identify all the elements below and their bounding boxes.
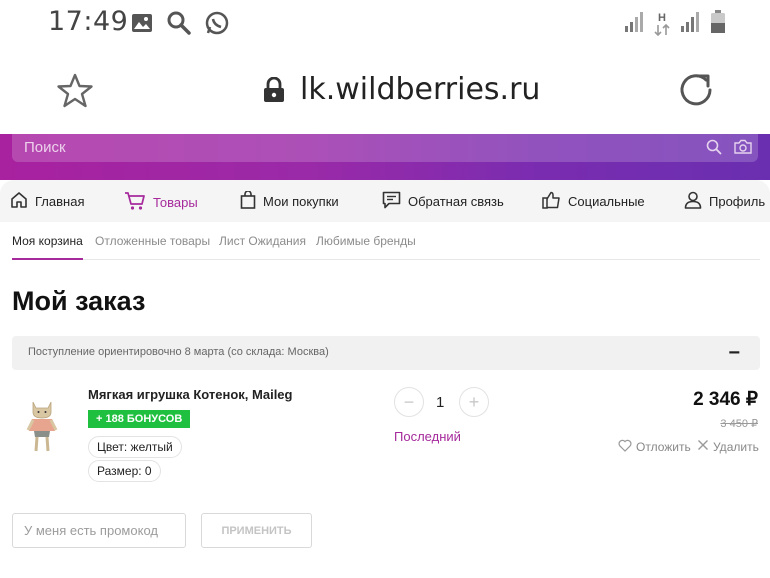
delivery-info: Поступление ориентировочно 8 марта (со с…	[12, 336, 760, 370]
tab-deferred[interactable]: Отложенные товары	[95, 234, 210, 248]
reload-icon[interactable]	[676, 70, 716, 115]
thumbs-up-icon	[542, 191, 561, 212]
nav-label-social: Социальные	[568, 194, 645, 209]
nav-item-goods[interactable]: Товары	[124, 191, 198, 214]
nav-label-goods: Товары	[153, 195, 198, 210]
nav-label-purchases: Мои покупки	[263, 194, 339, 209]
delete-button[interactable]: Удалить	[697, 439, 759, 454]
nav-item-social[interactable]: Социальные	[542, 191, 645, 212]
home-icon	[10, 191, 28, 212]
promo-code-input[interactable]	[12, 513, 186, 548]
delivery-text: Поступление ориентировочно 8 марта (со с…	[28, 346, 329, 358]
close-icon	[697, 439, 709, 454]
apply-promo-button[interactable]: ПРИМЕНИТЬ	[201, 513, 312, 548]
network-letter: H	[658, 12, 666, 24]
page-title: Мой заказ	[12, 286, 146, 316]
tab-my-cart[interactable]: Моя корзина	[12, 234, 83, 260]
status-bar: 17:49 H	[0, 0, 770, 48]
old-price: 3 450 ₽	[720, 418, 758, 430]
whatsapp-icon	[204, 10, 230, 41]
nav-label-profile: Профиль	[709, 194, 766, 209]
search-notification-icon	[166, 10, 192, 41]
user-icon	[684, 191, 702, 212]
heart-icon	[618, 439, 632, 455]
nav-item-purchases[interactable]: Мои покупки	[240, 190, 339, 212]
quantity-increase-button[interactable]: +	[459, 387, 489, 417]
save-for-later-button[interactable]: Отложить	[618, 439, 691, 455]
product-image[interactable]	[24, 398, 60, 454]
signal-icon	[624, 11, 644, 38]
lock-icon	[262, 76, 286, 108]
nav-label-home: Главная	[35, 194, 85, 209]
battery-icon	[710, 10, 726, 39]
status-time: 17:49	[48, 6, 129, 37]
search-icon[interactable]	[706, 139, 722, 160]
search-input[interactable]: Поиск	[24, 139, 66, 156]
feedback-icon	[382, 191, 401, 212]
bag-icon	[240, 190, 256, 212]
main-nav: Главная Товары Мои покупки Обратная связ…	[0, 180, 770, 222]
collapse-button[interactable]: −	[728, 342, 740, 365]
cart-tabs: Моя корзина Отложенные товары Лист Ожида…	[12, 222, 760, 260]
url-text[interactable]: lk.wildberries.ru	[300, 72, 540, 107]
color-chip: Цвет: желтый	[88, 436, 182, 458]
camera-icon[interactable]	[734, 139, 752, 160]
quantity-value[interactable]: 1	[436, 394, 444, 411]
network-type-icon: H	[654, 13, 670, 36]
signal-icon-2	[680, 11, 700, 38]
search-bar[interactable]: Поиск	[12, 134, 758, 162]
current-price: 2 346 ₽	[693, 389, 758, 410]
quantity-decrease-button[interactable]: −	[394, 387, 424, 417]
nav-item-feedback[interactable]: Обратная связь	[382, 191, 504, 212]
nav-item-profile[interactable]: Профиль	[684, 191, 765, 212]
tab-favorite-brands[interactable]: Любимые бренды	[316, 234, 416, 248]
bookmark-star-icon[interactable]	[56, 73, 94, 114]
gallery-icon	[130, 11, 154, 40]
save-for-later-label: Отложить	[636, 440, 691, 454]
cart-icon	[124, 191, 146, 214]
tab-waitlist[interactable]: Лист Ожидания	[219, 234, 306, 248]
status-system-icons: H	[624, 10, 726, 39]
browser-url-bar: lk.wildberries.ru	[0, 48, 770, 134]
nav-item-home[interactable]: Главная	[10, 191, 84, 212]
product-name[interactable]: Мягкая игрушка Котенок, Maileg	[88, 387, 292, 402]
delete-label: Удалить	[713, 439, 759, 454]
size-chip: Размер: 0	[88, 460, 161, 482]
bonus-badge: + 188 БОНУСОВ	[88, 410, 191, 428]
nav-label-feedback: Обратная связь	[408, 194, 504, 209]
stock-note: Последний	[394, 429, 461, 444]
status-notification-icons	[130, 10, 230, 41]
